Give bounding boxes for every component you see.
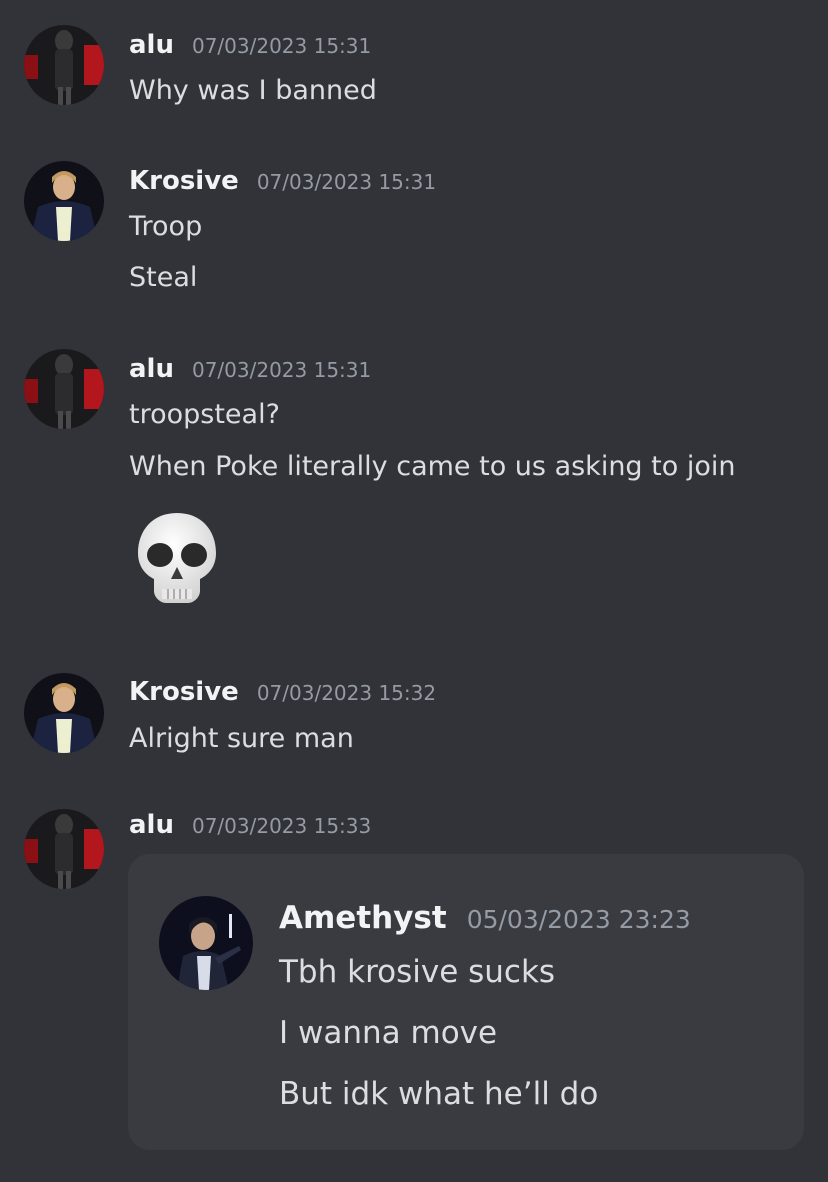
timestamp: 07/03/2023 15:33 bbox=[191, 814, 372, 838]
timestamp: 07/03/2023 15:31 bbox=[256, 170, 437, 194]
krosive-avatar[interactable] bbox=[24, 161, 104, 241]
skull-emoji bbox=[136, 511, 218, 607]
krosive-avatar[interactable] bbox=[24, 673, 104, 753]
alu-avatar[interactable] bbox=[24, 349, 104, 429]
message-text: troopsteal? bbox=[129, 399, 280, 430]
embed-message-text: I wanna move bbox=[279, 1015, 498, 1051]
embed-message-text: Tbh krosive sucks bbox=[279, 954, 556, 990]
chat-log: alu 07/03/2023 15:31 Why was I banned Kr… bbox=[0, 0, 828, 1182]
quoted-message-embed[interactable]: Amethyst 05/03/2023 23:23 Tbh krosive su… bbox=[128, 854, 804, 1150]
timestamp: 07/03/2023 15:32 bbox=[256, 681, 437, 705]
message-text: When Poke literally came to us asking to… bbox=[129, 451, 736, 482]
username[interactable]: alu bbox=[129, 30, 174, 60]
username[interactable]: alu bbox=[129, 810, 174, 840]
username[interactable]: Krosive bbox=[129, 677, 239, 707]
message-text: Steal bbox=[129, 262, 198, 293]
alu-avatar[interactable] bbox=[24, 25, 104, 105]
username[interactable]: alu bbox=[129, 354, 174, 384]
timestamp: 07/03/2023 15:31 bbox=[191, 34, 372, 58]
embed-message-text: But idk what he’ll do bbox=[279, 1076, 599, 1112]
message-text: Troop bbox=[129, 211, 203, 242]
amethyst-avatar[interactable] bbox=[159, 896, 253, 990]
message-text: Why was I banned bbox=[129, 75, 377, 106]
username[interactable]: Krosive bbox=[129, 166, 239, 196]
timestamp: 07/03/2023 15:31 bbox=[191, 358, 372, 382]
embed-timestamp: 05/03/2023 23:23 bbox=[466, 905, 691, 934]
alu-avatar[interactable] bbox=[24, 809, 104, 889]
message-text: Alright sure man bbox=[129, 723, 354, 754]
embed-username[interactable]: Amethyst bbox=[279, 900, 447, 936]
